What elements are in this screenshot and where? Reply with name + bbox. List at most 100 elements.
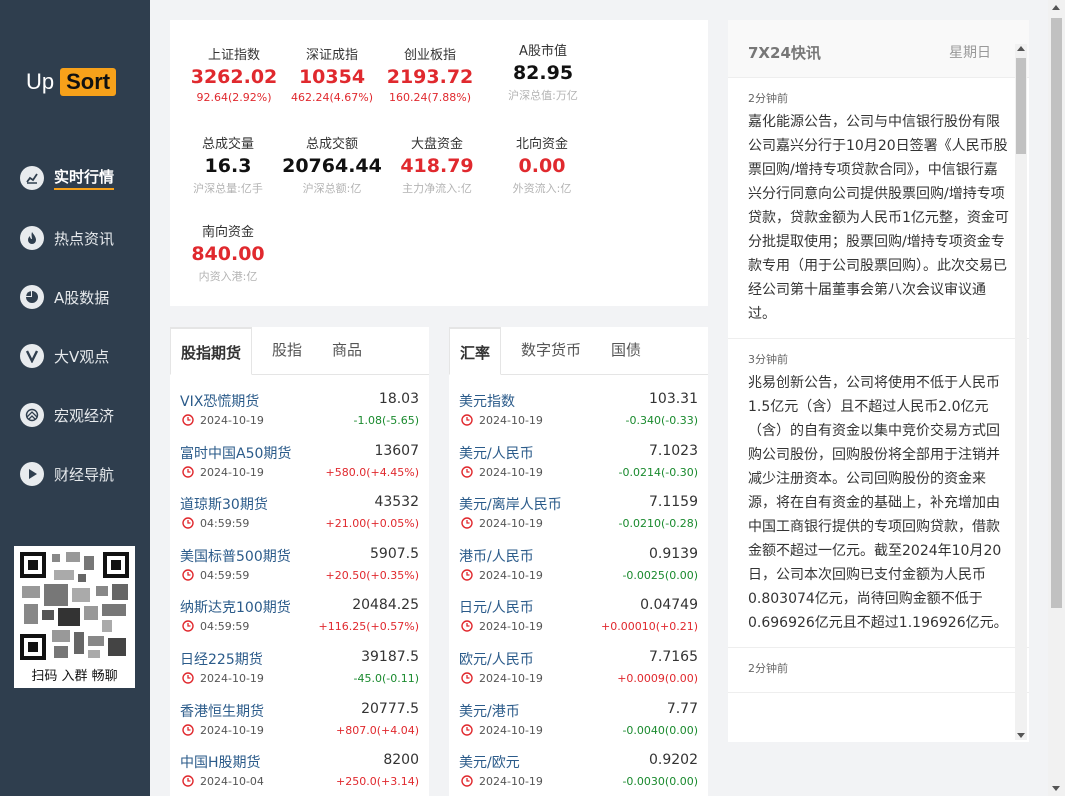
index-card[interactable]: 总成交额 20764.44 沪深总额:亿 [276, 133, 388, 196]
scroll-down-icon[interactable] [1052, 786, 1060, 791]
news-item[interactable]: 2分钟前 嘉化能源公告，公司与中信银行股份有限公司嘉兴分行于10月20日签署《人… [728, 78, 1029, 339]
news-time: 3分钟前 [748, 353, 788, 366]
index-name: 深证成指 [305, 48, 358, 63]
quote-row[interactable]: 日经225期货 39187.5 2024-10-19 -45.0(-0.11) [180, 633, 419, 685]
nav-item-hot-news[interactable]: 热点资讯 [20, 223, 114, 253]
nav-item-finance-nav[interactable]: 财经导航 [20, 459, 114, 489]
qr-code-image [18, 550, 131, 662]
index-card[interactable]: 北向资金 0.00 外资流入:亿 [486, 133, 598, 196]
quote-value: 20484.25 [352, 597, 419, 614]
index-card[interactable]: 创业板指 2193.72 160.24(7.88%) [374, 44, 486, 104]
quote-change: -0.0025(0.00) [622, 568, 698, 582]
quote-time: 2024-10-19 [479, 620, 543, 634]
news-item[interactable]: 2分钟前 [728, 648, 1029, 693]
nav-item-macro[interactable]: 宏观经济 [20, 400, 114, 430]
quote-change: -0.0210(-0.28) [618, 517, 698, 531]
quote-value: 7.1023 [649, 442, 698, 459]
clock-icon [182, 775, 194, 787]
tab-crypto[interactable]: 数字货币 [511, 326, 591, 374]
quote-row[interactable]: 纳斯达克100期货 20484.25 04:59:59 +116.25(+0.57%) [180, 581, 419, 633]
logo[interactable]: Up Sort [26, 68, 117, 96]
quote-row[interactable]: 道琼斯30期货 43532 04:59:59 +21.00(+0.05%) [180, 478, 419, 530]
clock-icon [182, 569, 194, 581]
quote-row[interactable]: 香港恒生期货 20777.5 2024-10-19 +807.0(+4.04) [180, 685, 419, 737]
quote-row[interactable]: VIX恐慌期货 18.03 2024-10-19 -1.08(-5.65) [180, 375, 419, 427]
quote-time: 2024-10-19 [479, 568, 543, 582]
quote-row[interactable]: 美元/离岸人民币 7.1159 2024-10-19 -0.0210(-0.28) [459, 478, 698, 530]
quote-time: 04:59:59 [200, 568, 250, 582]
index-card[interactable]: 大盘资金 418.79 主力净流入:亿 [381, 133, 493, 196]
quote-name: VIX恐慌期货 [180, 394, 260, 410]
quote-change: +0.0009(0.00) [617, 671, 698, 685]
v-icon [20, 344, 44, 368]
news-body: 嘉化能源公告，公司与中信银行股份有限公司嘉兴分行于10月20日签署《人民币股票回… [748, 114, 1009, 322]
quote-value: 13607 [374, 442, 419, 459]
quote-time: 04:59:59 [200, 620, 250, 634]
tab-treasury[interactable]: 国债 [601, 326, 651, 374]
quote-row[interactable]: 美元指数 103.31 2024-10-19 -0.340(-0.33) [459, 375, 698, 427]
quote-value: 0.04749 [640, 597, 698, 614]
tab-exchange-rate[interactable]: 汇率 [449, 327, 502, 375]
quote-name: 美元/人民币 [459, 445, 534, 462]
index-name: 大盘资金 [410, 137, 463, 152]
nav-label: 实时行情 [54, 166, 115, 190]
clock-icon [461, 465, 473, 478]
index-value: 82.95 [512, 62, 574, 84]
quote-time: 2024-10-19 [200, 414, 264, 427]
quote-name: 道琼斯30期货 [180, 497, 268, 514]
page-scrollbar[interactable] [1048, 0, 1065, 796]
index-value: 16.3 [204, 155, 252, 177]
nav-item-a-share-data[interactable]: A股数据 [20, 282, 109, 312]
news-scroll-thumb[interactable] [1016, 58, 1026, 154]
nav-label: 宏观经济 [54, 406, 115, 425]
index-change: 92.64(2.92%) [196, 91, 272, 104]
quote-value: 18.03 [378, 391, 419, 407]
news-item[interactable]: 3分钟前 兆易创新公告，公司将使用不低于人民币1.5亿元（含）且不超过人民币2.… [728, 339, 1029, 648]
quote-time: 2024-10-19 [479, 465, 543, 479]
nav-item-big-v[interactable]: 大V观点 [20, 341, 109, 371]
scroll-up-icon[interactable] [1052, 5, 1060, 10]
index-card[interactable]: 南向资金 840.00 内资入港:亿 [172, 221, 284, 284]
nav-label: 热点资讯 [54, 229, 115, 248]
tab-commodities[interactable]: 商品 [322, 326, 372, 374]
sidebar: Up Sort 实时行情 热点资讯 A股数据 大V观点 宏观经济 财经导航 扫码… [0, 0, 150, 796]
quote-row[interactable]: 日元/人民币 0.04749 2024-10-19 +0.00010(+0.21) [459, 581, 698, 633]
quote-change: +21.00(+0.05%) [325, 517, 419, 531]
quote-row[interactable]: 美元/欧元 0.9202 2024-10-19 -0.0030(0.00) [459, 736, 698, 788]
news-time: 2分钟前 [748, 662, 788, 675]
quote-name: 美元/欧元 [459, 755, 520, 772]
scroll-up-icon[interactable] [1017, 46, 1025, 51]
index-value: 3262.02 [190, 66, 278, 88]
news-scrollbar[interactable] [1015, 44, 1027, 740]
page-scroll-thumb[interactable] [1051, 18, 1062, 608]
quote-row[interactable]: 美国标普500期货 5907.5 04:59:59 +20.50(+0.35%) [180, 530, 419, 582]
clock-icon [182, 672, 194, 684]
fx-panel: 汇率 数字货币 国债 美元指数 103.31 2024-10-19 -0.340(-0… [449, 327, 708, 796]
quote-change: +116.25(+0.57%) [318, 620, 419, 634]
quote-row[interactable]: 美元/港币 7.77 2024-10-19 -0.0040(0.00) [459, 685, 698, 737]
tab-stock-index[interactable]: 股指 [262, 326, 312, 374]
quote-change: -0.0030(0.00) [622, 775, 698, 789]
quote-row[interactable]: 港币/人民币 0.9139 2024-10-19 -0.0025(0.00) [459, 530, 698, 582]
qr-caption: 扫码 入群 畅聊 [31, 669, 118, 684]
quote-time: 2024-10-04 [200, 775, 264, 789]
quote-name: 美元/离岸人民币 [459, 497, 562, 514]
index-card[interactable]: 上证指数 3262.02 92.64(2.92%) [178, 44, 290, 104]
scroll-down-icon[interactable] [1017, 733, 1025, 738]
quote-row[interactable]: 美元/人民币 7.1023 2024-10-19 -0.0214(-0.30) [459, 427, 698, 479]
index-value: 10354 [298, 66, 366, 88]
news-body: 兆易创新公告，公司将使用不低于人民币1.5亿元（含）且不超过人民币2.0亿元（含… [748, 375, 1008, 631]
index-card[interactable]: 深证成指 10354 462.24(4.67%) [276, 44, 388, 104]
nav-item-realtime[interactable]: 实时行情 [20, 163, 115, 193]
index-value: 0.00 [518, 155, 566, 177]
quote-row[interactable]: 富时中国A50期货 13607 2024-10-19 +580.0(+4.45%) [180, 427, 419, 479]
clock-icon [461, 620, 473, 633]
fx-tabs: 汇率 数字货币 国债 [449, 327, 708, 375]
quote-name: 富时中国A50期货 [180, 445, 292, 462]
quote-row[interactable]: 中国H股期货 8200 2024-10-04 +250.0(+3.14) [180, 736, 419, 788]
index-card[interactable]: 总成交量 16.3 沪深总量:亿手 [172, 133, 284, 196]
futures-panel: 股指期货 股指 商品 VIX恐慌期货 18.03 2024-10-19 -1.08(-… [170, 327, 429, 796]
index-card[interactable]: A股市值 82.95 沪深总值:万亿 [487, 40, 599, 103]
tab-index-futures[interactable]: 股指期货 [170, 327, 253, 375]
quote-row[interactable]: 欧元/人民币 7.7165 2024-10-19 +0.0009(0.00) [459, 633, 698, 685]
